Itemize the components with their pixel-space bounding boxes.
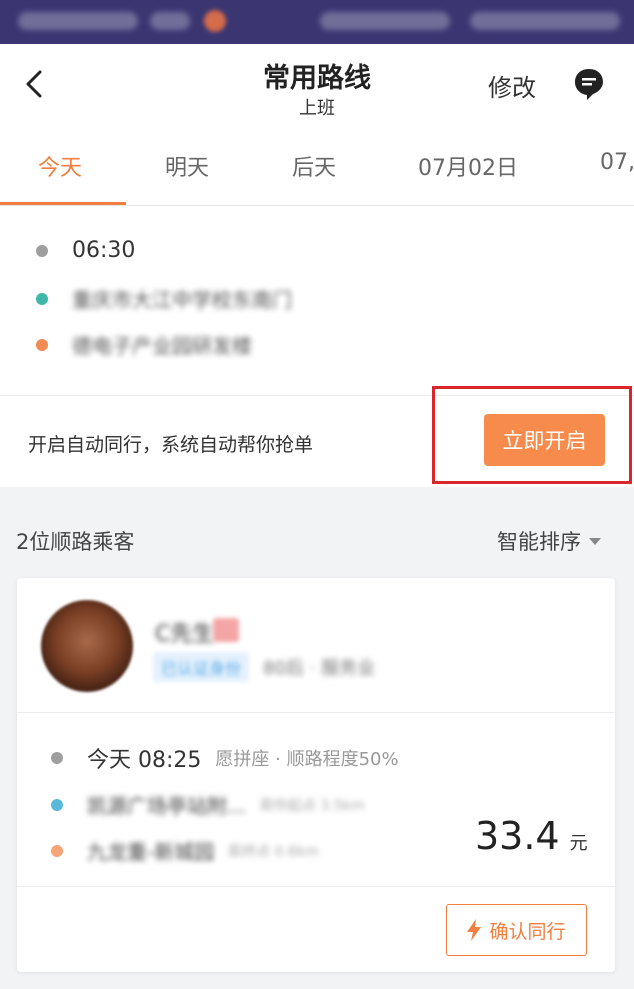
sort-dropdown[interactable]: 智能排序 xyxy=(497,526,601,556)
passenger-card[interactable]: C先生 已认证身份 80后 · 服务业 今天 08:25 愿拼座 · 顺路程度5… xyxy=(17,578,615,972)
status-icons xyxy=(150,12,190,30)
chat-bubble-icon xyxy=(575,69,603,100)
verified-tag: 已认证身份 xyxy=(153,652,250,682)
highlight-box xyxy=(432,386,632,484)
price: 33.4 元 xyxy=(475,814,588,858)
end-point-icon xyxy=(51,844,63,857)
passenger-meta: 80后 · 服务业 xyxy=(263,658,376,679)
edit-button[interactable]: 修改 xyxy=(488,68,536,103)
date-tabs: 今天 明天 后天 07月02日 07, xyxy=(0,136,634,206)
divider xyxy=(17,886,615,887)
signal-icon xyxy=(320,12,450,30)
start-point-icon xyxy=(51,798,63,811)
trip-start-distance: 距你起点 3.5km xyxy=(260,797,365,814)
trip-description: 愿拼座 · 顺路程度50% xyxy=(215,749,399,770)
route-start: 重庆市大江中学校东南门 xyxy=(72,288,292,312)
trip-start-row: 凯源广场亭站附... 距你起点 3.5km xyxy=(51,790,365,819)
carrier-info xyxy=(18,12,138,30)
avatar[interactable] xyxy=(41,600,133,692)
notification-icon xyxy=(204,10,226,32)
caret-down-icon xyxy=(589,537,601,545)
lightning-icon xyxy=(467,919,482,941)
tab-tomorrow[interactable]: 明天 xyxy=(165,150,209,182)
divider xyxy=(17,712,615,713)
clock-icon xyxy=(36,244,48,257)
trip-end: 九龙重-新城园 xyxy=(87,840,215,864)
tab-date-0702[interactable]: 07月02日 xyxy=(418,150,518,182)
confirm-ride-label: 确认同行 xyxy=(489,920,566,943)
sort-label: 智能排序 xyxy=(497,530,581,554)
confirm-ride-button[interactable]: 确认同行 xyxy=(446,904,587,956)
price-amount: 33.4 xyxy=(475,814,560,858)
tab-date-next[interactable]: 07, xyxy=(600,150,634,175)
header: 常用路线 上班 修改 xyxy=(0,44,634,136)
route-time-row: 06:30 xyxy=(36,238,135,263)
passenger-count: 2位顺路乘客 xyxy=(16,530,135,554)
status-bar xyxy=(0,0,634,44)
tab-today[interactable]: 今天 xyxy=(38,150,82,182)
battery-icon xyxy=(470,12,620,30)
route-start-row: 重庆市大江中学校东南门 xyxy=(36,284,292,313)
message-button[interactable] xyxy=(572,66,606,102)
trip-time-row: 今天 08:25 愿拼座 · 顺路程度50% xyxy=(51,742,399,774)
auto-ride-bar: 开启自动同行，系统自动帮你抢单 立即开启 xyxy=(0,386,634,487)
trip-time: 今天 08:25 xyxy=(87,748,202,773)
start-point-icon xyxy=(36,292,48,305)
trip-start: 凯源广场亭站附... xyxy=(87,794,247,818)
passenger-name: C先生 xyxy=(155,622,215,647)
route-card[interactable]: 06:30 重庆市大江中学校东南门 德电子产业园研发楼 xyxy=(0,206,634,396)
page-title: 常用路线 xyxy=(263,63,371,94)
route-end-row: 德电子产业园研发楼 xyxy=(36,330,252,359)
auto-ride-text: 开启自动同行，系统自动帮你抢单 xyxy=(28,434,314,456)
trip-end-distance: 距终点 0.6km xyxy=(228,843,319,860)
tab-day-after-tomorrow[interactable]: 后天 xyxy=(292,150,336,182)
trip-end-row: 九龙重-新城园 距终点 0.6km xyxy=(51,836,319,865)
route-end: 德电子产业园研发楼 xyxy=(72,334,252,358)
end-point-icon xyxy=(36,338,48,351)
price-unit: 元 xyxy=(569,833,588,854)
page-subtitle: 上班 xyxy=(299,98,335,119)
gender-badge xyxy=(213,618,239,642)
route-time: 06:30 xyxy=(72,238,136,263)
clock-icon xyxy=(51,752,63,764)
